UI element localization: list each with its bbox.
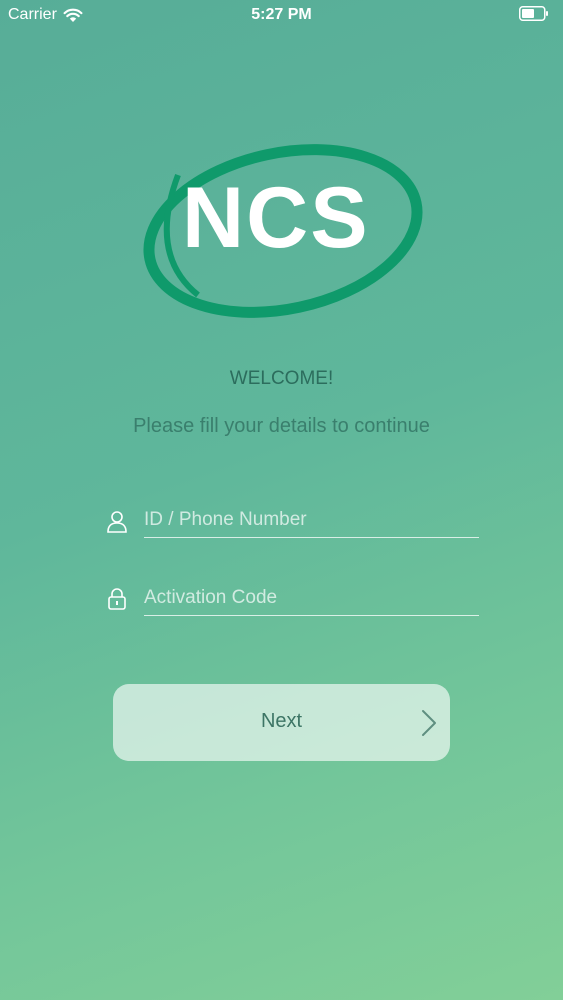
id-field <box>106 503 479 543</box>
status-time: 5:27 PM <box>251 6 312 23</box>
welcome-subtitle: Please fill your details to continue <box>133 415 430 437</box>
welcome-title: WELCOME! <box>229 368 334 389</box>
logo-text: NCS <box>182 170 370 266</box>
user-icon <box>107 511 127 533</box>
activation-code-input[interactable] <box>144 581 479 616</box>
battery-icon <box>519 6 548 21</box>
lock-icon <box>108 588 126 610</box>
status-bar: Carrier 5:27 PM <box>0 0 563 30</box>
id-phone-input[interactable] <box>144 503 479 538</box>
next-button-label: Next <box>260 710 303 732</box>
activation-code-field <box>106 581 479 621</box>
next-button[interactable]: Next <box>113 684 450 761</box>
ncs-logo: NCS <box>138 135 428 327</box>
chevron-right-icon <box>422 710 436 736</box>
